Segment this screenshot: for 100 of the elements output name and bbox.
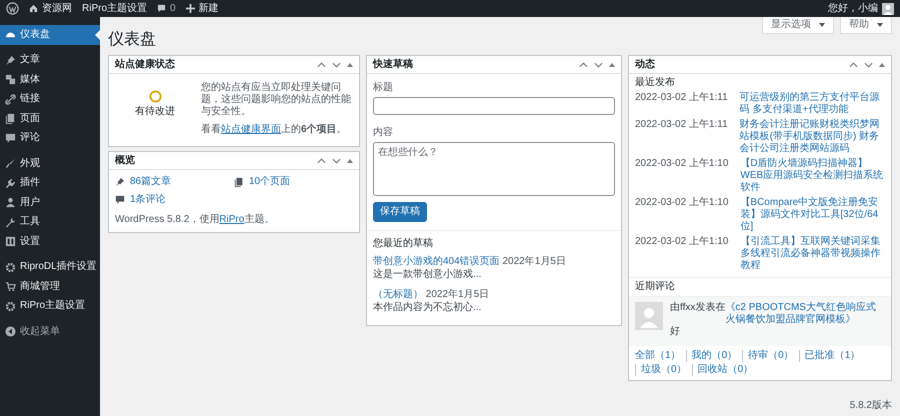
comment-filter-link[interactable]: 已批准（1）: [798, 350, 866, 362]
screen-meta-button[interactable]: 帮助: [840, 17, 892, 34]
section-heading: 近期评论: [629, 277, 891, 297]
overview-link[interactable]: 86篇文章: [115, 176, 234, 188]
post-link[interactable]: 可运营级别的第三方支付平台源码 多支付渠道+代理功能: [740, 92, 885, 116]
menu-item[interactable]: 商城管理: [0, 277, 100, 296]
plus-icon: [186, 4, 195, 13]
comment-filter-link[interactable]: 我的（0）: [686, 350, 742, 362]
comment-filter-link[interactable]: 全部（1）: [635, 350, 686, 362]
bubble-icon: [5, 132, 16, 144]
collapse-toggle-icon[interactable]: [879, 62, 885, 66]
move-down-icon[interactable]: [332, 158, 341, 164]
menu-item[interactable]: 工具: [0, 212, 100, 232]
site-name-link[interactable]: 资源网: [29, 2, 72, 14]
home-icon: [29, 4, 38, 13]
title-input[interactable]: [373, 97, 615, 115]
speech-bubble-icon: [157, 4, 166, 13]
comment-filter-link[interactable]: 待审（0）: [742, 350, 799, 362]
page-icon: [234, 177, 244, 187]
section-heading: 最近发布: [635, 77, 676, 89]
draft-excerpt: 本作品内容为不忘初心...: [373, 301, 482, 314]
user-greeting-link[interactable]: 您好，小编: [828, 2, 878, 14]
menu-item[interactable]: 设置: [0, 232, 100, 252]
widget-title: 站点健康状态: [115, 58, 175, 70]
comment-filter-link[interactable]: 垃圾（0）: [635, 364, 692, 376]
collapse-menu-button[interactable]: 收起菜单: [0, 322, 100, 342]
move-up-icon[interactable]: [579, 62, 588, 68]
bubble-icon: [115, 195, 125, 205]
menu-item[interactable]: RiPro主题设置: [0, 296, 100, 316]
post-date: 2022-03-02 上午1:10: [635, 158, 728, 171]
move-down-icon[interactable]: [594, 62, 603, 68]
wrench-icon: [5, 216, 16, 228]
new-content-link[interactable]: 新建: [186, 2, 219, 14]
overview-link[interactable]: 1条评论: [115, 194, 234, 206]
health-prompt: 看看站点健康界面上的6个项目。: [201, 124, 348, 136]
wordpress-logo-icon[interactable]: [6, 2, 19, 15]
menu-item[interactable]: 外观: [0, 154, 100, 174]
move-down-icon[interactable]: [864, 62, 873, 68]
user-icon: [5, 197, 16, 208]
avatar-icon: [635, 302, 663, 330]
widget-title: 快速草稿: [373, 58, 413, 70]
field-label: 标题: [373, 82, 394, 94]
widget-title: 动态: [635, 58, 655, 70]
menu-item[interactable]: 仪表盘: [0, 25, 100, 44]
draft-date: 2022年1月5日: [502, 256, 566, 267]
content-textarea[interactable]: 在想些什么？: [373, 142, 615, 196]
post-date: 2022-03-02 上午1:11: [635, 92, 728, 105]
site-health-link[interactable]: 站点健康界面: [221, 124, 281, 135]
menu-item[interactable]: 媒体: [0, 70, 100, 90]
widget-title: 概览: [115, 154, 135, 166]
page-icon: [5, 113, 16, 124]
theme-link[interactable]: RiPro: [219, 214, 244, 225]
menu-item[interactable]: RiproDL插件设置: [0, 258, 100, 277]
brush-icon: [5, 158, 16, 170]
post-link[interactable]: 【BCompare中文版免注册免安装】源码文件对比工具[32位/64位]: [740, 197, 885, 233]
drafts-heading: 您最近的草稿: [373, 237, 434, 250]
comments-link[interactable]: 0: [157, 2, 176, 14]
health-status-label: 有待改进: [135, 106, 175, 118]
cart-icon: [5, 281, 16, 292]
gear-icon: [5, 262, 16, 273]
move-up-icon[interactable]: [849, 62, 858, 68]
field-label: 内容: [373, 127, 394, 139]
move-up-icon[interactable]: [317, 158, 326, 164]
comment-post-link[interactable]: 《c2 PBOOTCMS大气红色响应式火锅餐饮加盟品牌官网模板》: [725, 302, 885, 326]
post-date: 2022-03-02 上午1:11: [635, 119, 728, 132]
move-up-icon[interactable]: [317, 62, 326, 68]
draft-link[interactable]: （无标题）: [373, 289, 423, 300]
draft-date: 2022年1月5日: [426, 289, 490, 300]
post-link[interactable]: 财务会计注册记账财税类织梦网站模板(带手机版数据同步) 财务会计公司注册类网站源码: [740, 119, 885, 155]
draft-link[interactable]: 带创意小游戏的404错误页面: [373, 256, 500, 267]
pin-icon: [5, 54, 16, 66]
save-draft-button[interactable]: 保存草稿: [373, 202, 427, 222]
move-down-icon[interactable]: [332, 62, 341, 68]
version-note: WordPress 5.8.2，使用RiPro主题。: [115, 214, 276, 226]
theme-settings-link[interactable]: RiPro主题设置: [82, 2, 148, 14]
screen-meta-button[interactable]: 显示选项: [762, 17, 834, 34]
caret-icon: [877, 23, 883, 27]
draft-excerpt: 这是一款带创意小游戏...: [373, 268, 482, 281]
menu-item[interactable]: 插件: [0, 174, 100, 193]
collapse-toggle-icon[interactable]: [609, 62, 615, 66]
page-title: 仪表盘: [108, 30, 157, 50]
post-link[interactable]: 【引流工具】互联网关键词采集多线程引流必备神器带视频操作教程: [740, 236, 885, 272]
menu-item[interactable]: 链接: [0, 90, 100, 109]
overview-link[interactable]: 10个页面: [234, 176, 353, 188]
avatar-icon[interactable]: [882, 2, 894, 14]
collapse-toggle-icon[interactable]: [347, 62, 353, 66]
collapse-toggle-icon[interactable]: [347, 158, 353, 162]
menu-item[interactable]: 评论: [0, 128, 100, 148]
comment-author: 由ffxx发表在: [670, 302, 726, 315]
status-ring-icon: [148, 90, 162, 103]
comment-text: 好: [670, 326, 681, 338]
sliders-icon: [5, 236, 16, 248]
menu-item[interactable]: 文章: [0, 50, 100, 70]
post-link[interactable]: 【D盾防火墙源码扫描神器】WEB应用源码安全检测扫描系统软件: [740, 158, 885, 194]
post-date: 2022-03-02 上午1:10: [635, 197, 728, 210]
menu-item[interactable]: 页面: [0, 109, 100, 128]
post-date: 2022-03-02 上午1:10: [635, 236, 728, 249]
media-icon: [5, 74, 16, 86]
comment-filter-link[interactable]: 回收站（0）: [692, 364, 758, 376]
menu-item[interactable]: 用户: [0, 193, 100, 212]
